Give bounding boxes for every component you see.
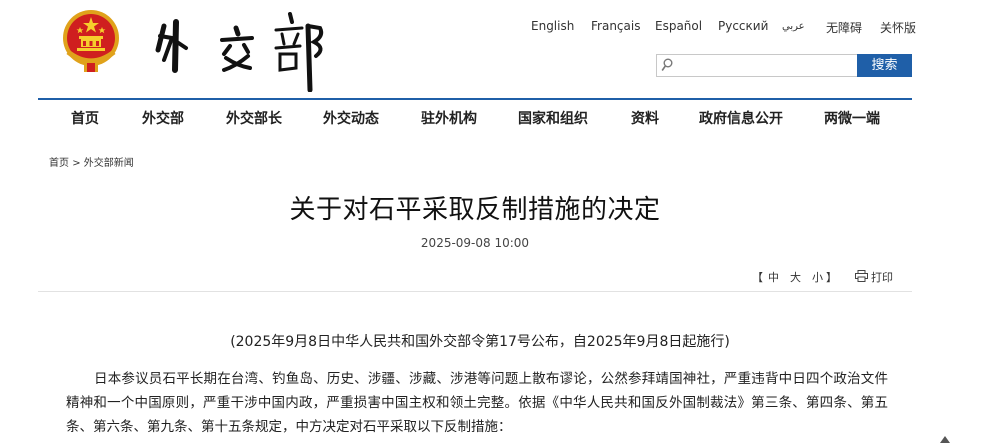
accessibility-link[interactable]: 无障碍 [826,19,862,36]
search-icon [661,58,673,71]
main-nav: 首页 外交部 外交部长 外交动态 驻外机构 国家和组织 资料 政府信息公开 两微… [0,108,1000,130]
breadcrumb-home-link[interactable]: 首页 [49,158,69,169]
breadcrumb: 首页 > 外交部新闻 [49,154,134,169]
nav-item-diplomatic-news[interactable]: 外交动态 [323,108,379,128]
font-size-large-button[interactable]: 中 [768,269,779,285]
site-header: English Français Español Русский عربي 无障… [0,0,1000,98]
lang-russian-link[interactable]: Русский [718,19,768,33]
nav-item-missions-abroad[interactable]: 驻外机构 [421,108,477,128]
nav-item-ministry[interactable]: 外交部 [142,108,184,128]
article-date: 2025-09-08 10:00 [420,236,530,250]
lang-french-link[interactable]: Français [591,19,640,33]
font-size-medium-button[interactable]: 大 [790,269,801,285]
article-title: 关于对石平采取反制措施的决定 [289,195,661,225]
search-input[interactable] [675,56,853,74]
national-emblem-logo[interactable] [60,8,122,74]
nav-divider-line [38,98,912,100]
font-size-close-bracket: 】 [826,271,837,284]
nav-item-home[interactable]: 首页 [71,108,99,128]
article-toolbar: 【 中 大 小 】 打印 [0,269,1000,285]
lang-arabic-link[interactable]: عربي [782,21,805,32]
printer-icon[interactable] [855,270,868,282]
font-size-small-button[interactable]: 小 [812,269,823,285]
article-paragraph: 日本参议员石平长期在台湾、钓鱼岛、历史、涉疆、涉藏、涉港等问题上散布谬论，公然参… [66,371,888,435]
search-box [656,54,858,77]
lang-spanish-link[interactable]: Español [655,19,702,33]
nav-item-foreign-minister[interactable]: 外交部长 [226,108,282,128]
search-button[interactable]: 搜索 [857,54,912,77]
breadcrumb-section-link[interactable]: 外交部新闻 [84,158,134,169]
nav-item-government-info[interactable]: 政府信息公开 [699,108,783,128]
elder-care-mode-link[interactable]: 关怀版 [880,19,916,36]
language-bar: English Français Español Русский عربي 无障… [0,19,1000,35]
search-bar: 搜索 [656,54,912,77]
article-subtitle: (2025年9月8日中华人民共和国外交部令第17号公布，自2025年9月8日起施… [230,334,730,350]
nav-item-weibo-wechat-app[interactable]: 两微一端 [824,108,880,128]
print-button[interactable]: 打印 [871,269,893,285]
nav-item-resources[interactable]: 资料 [631,108,659,128]
font-size-open-bracket: 【 [752,271,763,284]
back-to-top-icon[interactable] [940,436,950,443]
breadcrumb-separator: > [72,158,81,169]
nav-item-countries-organizations[interactable]: 国家和组织 [518,108,588,128]
lang-english-link[interactable]: English [531,19,574,33]
content-divider [38,291,912,292]
